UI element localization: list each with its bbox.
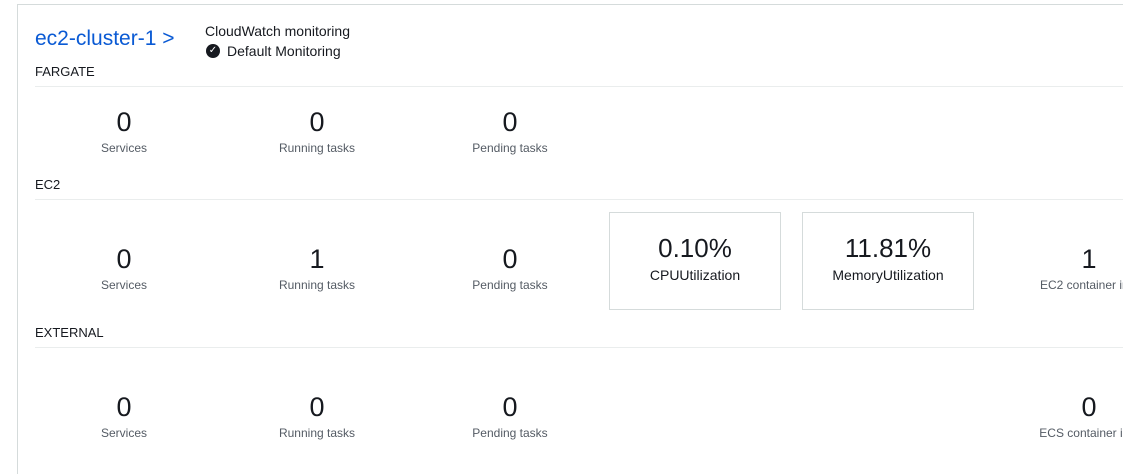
fargate-running-tasks-metric: 0 Running tasks [237, 107, 397, 155]
metric-value: 0 [1081, 392, 1097, 422]
metric-value: 0 [116, 107, 132, 137]
metric-label: Pending tasks [472, 141, 548, 155]
metric-label: Running tasks [278, 278, 356, 292]
metric-label: Services [100, 141, 147, 155]
metric-label: ECS container inst [1039, 426, 1123, 440]
metric-label: Pending tasks [472, 278, 548, 292]
section-label-ec2: EC2 [35, 177, 61, 192]
section-label-external: EXTERNAL [35, 325, 104, 340]
metric-value: 0 [116, 244, 132, 274]
ec2-running-tasks-metric: 1 Running tasks [237, 244, 397, 292]
metric-label: Services [100, 426, 147, 440]
metric-value: 0 [502, 244, 518, 274]
memory-utilization-card[interactable]: 11.81% MemoryUtilization [802, 212, 974, 310]
metric-value: 0 [502, 392, 518, 422]
metric-value: 0 [116, 392, 132, 422]
metric-label: Pending tasks [472, 426, 548, 440]
metric-value: 1 [309, 244, 325, 274]
divider [35, 347, 1123, 348]
monitoring-mode-label: Default Monitoring [227, 43, 341, 59]
cloudwatch-monitoring-title: CloudWatch monitoring [205, 23, 350, 39]
cpu-utilization-value: 0.10% [658, 233, 732, 263]
fargate-pending-tasks-metric: 0 Pending tasks [430, 107, 590, 155]
external-pending-tasks-metric: 0 Pending tasks [430, 392, 590, 440]
check-circle-icon: ✓ [206, 44, 220, 58]
cpu-utilization-card[interactable]: 0.10% CPUUtilization [609, 212, 781, 310]
cpu-utilization-label: CPUUtilization [649, 267, 741, 283]
metric-label: Running tasks [278, 141, 356, 155]
metric-label: Services [100, 278, 147, 292]
external-services-metric: 0 Services [44, 392, 204, 440]
monitoring-mode: ✓ Default Monitoring [206, 43, 341, 59]
metric-value: 0 [309, 107, 325, 137]
fargate-services-metric: 0 Services [44, 107, 204, 155]
metric-value: 0 [309, 392, 325, 422]
ec2-pending-tasks-metric: 0 Pending tasks [430, 244, 590, 292]
memory-utilization-label: MemoryUtilization [832, 267, 944, 283]
ecs-container-instances-metric: 0 ECS container inst [1014, 392, 1123, 440]
metric-label: EC2 container inst [1039, 278, 1123, 292]
memory-utilization-value: 11.81% [844, 233, 932, 263]
cluster-link[interactable]: ec2-cluster-1 > [35, 27, 174, 51]
divider [35, 199, 1123, 200]
ec2-container-instances-metric: 1 EC2 container inst [1014, 244, 1123, 292]
metric-label: Running tasks [278, 426, 356, 440]
metric-value: 0 [502, 107, 518, 137]
ec2-services-metric: 0 Services [44, 244, 204, 292]
section-label-fargate: FARGATE [35, 64, 95, 79]
metric-value: 1 [1081, 244, 1097, 274]
external-running-tasks-metric: 0 Running tasks [237, 392, 397, 440]
divider [35, 86, 1123, 87]
